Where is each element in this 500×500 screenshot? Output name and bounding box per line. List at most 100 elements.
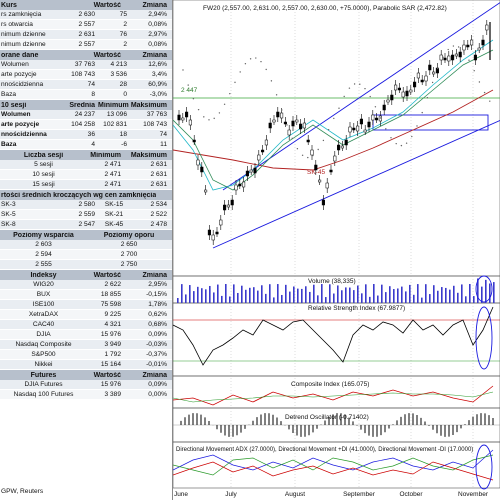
sar-dot — [244, 63, 247, 65]
volume-bar — [225, 284, 227, 303]
candle-body — [314, 164, 318, 171]
candle-body — [257, 154, 261, 161]
volume-bar — [185, 294, 187, 303]
column-header: 10 sesji — [1, 101, 27, 109]
table-row: Nasdaq 100 Futures 3 389 0,00% — [0, 390, 172, 400]
table-cell: 104 258 — [71, 121, 95, 128]
sar-dot — [478, 81, 481, 83]
candle-body — [291, 120, 295, 127]
dmi-adx-line — [172, 449, 494, 471]
table-cell: 2 555 — [35, 261, 52, 268]
volume-bar — [425, 284, 427, 303]
candle-body — [466, 44, 470, 48]
sar-dot — [348, 87, 351, 89]
table-cell: rs otwarcia — [1, 21, 33, 28]
table-cell: Nasdaq 100 Futures — [13, 391, 74, 398]
column-header: Maksimum — [130, 151, 167, 159]
candle-body — [458, 51, 462, 58]
sar-dot — [322, 139, 325, 142]
volume-bar — [209, 285, 211, 303]
volume-bar — [257, 290, 259, 303]
table-row: Baza 8 0 -3,0% — [0, 90, 172, 100]
column-header: Wartość — [93, 1, 121, 9]
volume-bar — [437, 290, 439, 303]
section-header-s8: Futures Wartość Zmiana — [0, 370, 172, 380]
candle-body — [245, 170, 249, 177]
candle-body — [287, 129, 291, 136]
volume-bar — [261, 285, 263, 303]
table-cell: 9 225 — [104, 311, 121, 318]
table-cell: 37 763 — [146, 111, 167, 118]
channel-lower-line — [212, 119, 500, 249]
volume-bar — [429, 294, 431, 303]
candle-body — [276, 111, 280, 118]
source-footer: GPW, Reuters — [1, 488, 44, 495]
candle-body — [329, 169, 333, 173]
table-cell: 2 559 — [78, 211, 95, 218]
volume-bar — [281, 294, 283, 303]
sar-dot — [286, 124, 288, 126]
table-cell: SK-8 — [1, 221, 16, 228]
table-row: ISE100 75 598 1,78% — [0, 300, 172, 310]
chart-svg: 2 447SK-45FW20 (2,557.00, 2,631.00, 2,55… — [172, 0, 500, 498]
sar-dot — [281, 109, 283, 111]
candle-body — [177, 114, 181, 121]
table-row: Wolumen 37 763 4 213 12,6% — [0, 60, 172, 70]
sar-dot — [317, 148, 319, 151]
volume-bar — [369, 296, 371, 303]
candle-body — [439, 54, 443, 61]
sar-dot — [374, 106, 377, 108]
composite-avg-line — [172, 391, 494, 403]
column-header: Poziomy wsparcia — [13, 231, 74, 239]
candle-body — [420, 79, 424, 83]
volume-bar — [197, 286, 199, 303]
month-label: August — [285, 491, 305, 498]
table-row: 15 sesji 2 471 2 631 — [0, 180, 172, 190]
table-cell: 2,95% — [148, 281, 167, 288]
candle-body — [356, 125, 360, 132]
volume-bar — [453, 285, 455, 303]
candle-body — [219, 219, 223, 226]
table-cell: 2 650 — [120, 241, 138, 248]
table-row: DJIA 15 976 0,09% — [0, 330, 172, 340]
volume-bar — [421, 297, 423, 303]
candle-body — [306, 139, 310, 143]
table-cell: 102 831 — [103, 121, 127, 128]
sar-dot — [343, 95, 345, 98]
candle-body — [337, 144, 341, 151]
candle-body — [188, 119, 192, 126]
table-cell: DJIA Futures — [24, 381, 63, 388]
column-header: Minimum — [98, 101, 129, 109]
volume-bar — [397, 288, 399, 303]
volume-bar — [449, 289, 451, 303]
sar-dot — [182, 69, 184, 71]
table-cell: 2 630 — [78, 11, 95, 18]
volume-bar — [413, 294, 415, 303]
table-cell: Baza — [1, 141, 17, 148]
sar-dot — [229, 92, 231, 95]
column-header: Średnia — [69, 101, 95, 109]
candle-body — [477, 47, 481, 51]
table-cell: 2 580 — [78, 201, 95, 208]
channel-upper-line — [222, 2, 500, 191]
table-cell: XetraDAX — [28, 311, 59, 318]
candle-body — [443, 57, 447, 61]
table-cell: 13 096 — [106, 111, 127, 118]
volume-bar — [341, 290, 343, 303]
volume-bar — [373, 284, 375, 303]
sar-dot — [291, 137, 293, 139]
table-cell: 8 — [91, 91, 95, 98]
table-cell: 2,97% — [148, 31, 167, 38]
table-cell: 0,08% — [148, 41, 167, 48]
table-cell: -3,0% — [149, 91, 167, 98]
table-row: Wolumen 24 237 13 096 37 763 — [0, 110, 172, 120]
sar-dot — [421, 111, 423, 114]
candle-body — [344, 139, 348, 146]
candle-body — [200, 166, 204, 173]
table-cell: 2 603 — [35, 241, 52, 248]
table-cell: 4 — [91, 141, 95, 148]
sar-dot — [301, 154, 304, 157]
main-chart-title: FW20 (2,557.00, 2,631.00, 2,557.00, 2,63… — [203, 5, 447, 12]
candle-body — [242, 181, 246, 188]
table-row: rs zamknięcia 2 630 75 2,94% — [0, 10, 172, 20]
